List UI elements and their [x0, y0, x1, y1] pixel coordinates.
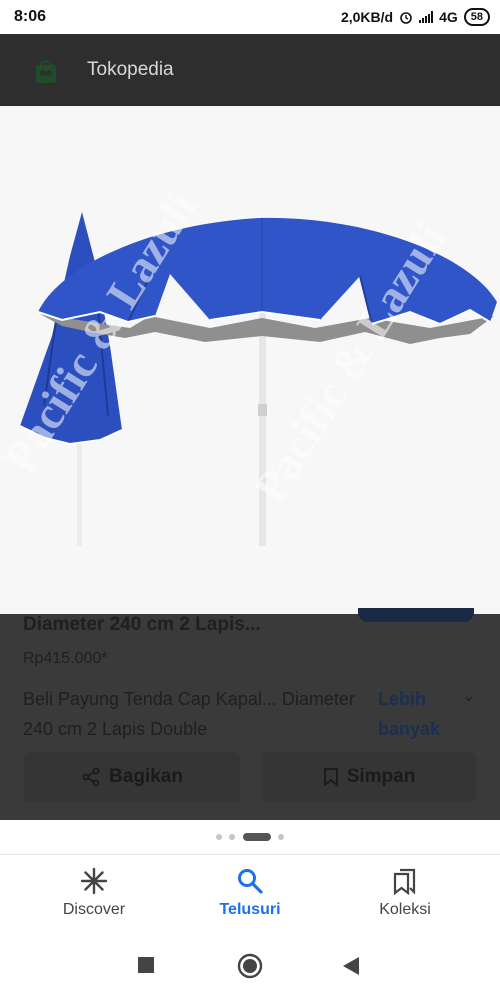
product-title: Diameter 240 cm 2 Lapis... [23, 614, 261, 635]
app-bar: Tokopedia [0, 34, 500, 106]
network-type: 4G [439, 9, 458, 25]
save-label: Simpan [346, 766, 416, 787]
battery-level: 58 [470, 11, 483, 23]
nav-label: Koleksi [379, 901, 431, 918]
bookmarks-icon [393, 868, 416, 895]
tokopedia-bag-icon [36, 60, 56, 83]
visit-button-edge [358, 608, 474, 622]
product-price: Rp415.000* [23, 650, 108, 667]
share-label: Bagikan [109, 766, 183, 787]
nav-telusuri[interactable]: Telusuri [190, 867, 310, 919]
nav-label: Telusuri [219, 901, 281, 918]
nav-koleksi[interactable]: Koleksi [345, 867, 465, 919]
product-image[interactable]: Pacific & Lazuli Pacific & Lazuli [0, 106, 500, 614]
nav-label: Discover [62, 901, 126, 918]
status-bar: 8:06 2,0KB/d 4G 58 [0, 0, 500, 34]
share-icon [82, 767, 100, 787]
status-time: 8:06 [14, 8, 47, 25]
product-description: Beli Payung Tenda Cap Kapal... Diameter … [23, 689, 355, 739]
pager-dot-active [243, 833, 271, 841]
home-circle-icon[interactable] [237, 953, 263, 979]
asterisk-icon [80, 867, 108, 895]
more-link[interactable]: Lebih banyak [378, 684, 458, 744]
image-pager [0, 820, 500, 854]
system-navigation [0, 938, 500, 1000]
data-rate: 2,0KB/d [340, 9, 394, 25]
pager-dot [278, 834, 284, 840]
nav-discover[interactable]: Discover [34, 867, 154, 919]
share-button[interactable]: Bagikan [24, 752, 240, 802]
chevron-down-icon: ⌄ [462, 688, 476, 705]
search-icon [238, 869, 263, 894]
app-title: Tokopedia [87, 59, 174, 80]
battery-icon: 58 [463, 8, 490, 26]
signal-icon [419, 11, 434, 23]
bookmark-icon [323, 768, 338, 787]
pager-dot [229, 834, 235, 840]
status-indicators: 2,0KB/d 4G 58 [341, 8, 490, 26]
recents-square-icon[interactable] [137, 956, 155, 974]
save-button[interactable]: Simpan [262, 752, 476, 802]
alarm-icon [400, 12, 412, 24]
bottom-navigation: Discover Telusuri Koleksi [0, 854, 500, 938]
pager-dot [216, 834, 222, 840]
back-triangle-icon[interactable] [342, 956, 360, 976]
product-info-panel: Diameter 240 cm 2 Lapis... Rp415.000* Be… [0, 608, 500, 820]
